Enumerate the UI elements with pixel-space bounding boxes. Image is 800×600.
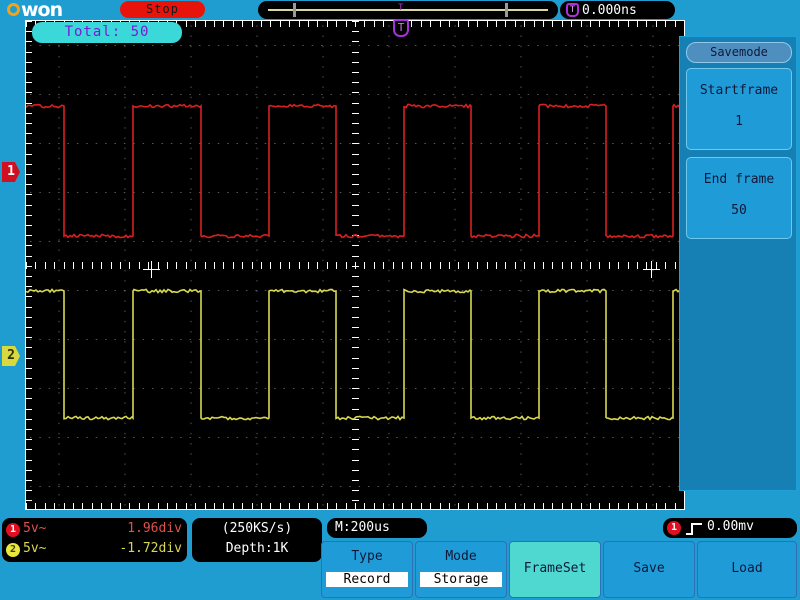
position-trigger-marker-icon: T	[398, 3, 404, 13]
channel1-badge-icon: 1	[6, 523, 20, 537]
trigger-time-value: 0.000ns	[582, 3, 637, 18]
menu-item-mode[interactable]: Mode Storage	[415, 541, 507, 598]
channel2-div: -1.72div	[119, 541, 182, 556]
channel2-status-row[interactable]: 2 5v~ -1.72div	[6, 540, 186, 560]
channel1-status-row[interactable]: 1 5v~ 1.96div	[6, 520, 186, 540]
sample-info-box: (250KS/s) Depth:1K	[192, 518, 322, 562]
oscilloscope-screen: won Stop T T 0.000ns Total: 50 T 1 2 Sav…	[0, 0, 800, 600]
position-bracket-right[interactable]	[505, 3, 508, 17]
menu-item-value: Record	[326, 572, 408, 587]
timebase-readout: M:200us	[327, 518, 427, 538]
start-frame-label: Startframe	[699, 83, 779, 98]
trigger-level-readout: 1 0.00mv	[663, 518, 797, 538]
menu-item-label: Load	[731, 561, 763, 576]
trace-ch1	[26, 103, 686, 239]
top-status-bar: won Stop T T 0.000ns	[0, 0, 800, 21]
menu-item-value: Storage	[420, 572, 502, 587]
save-mode-panel: Savemode Startframe 1 End frame 50	[679, 36, 797, 491]
waveform-display[interactable]	[25, 20, 686, 510]
end-frame-value: 50	[731, 203, 747, 218]
trigger-level-value: 0.00mv	[707, 519, 754, 534]
brand-text: won	[21, 0, 63, 21]
menu-item-label: Mode	[445, 549, 477, 564]
horizontal-position-bar[interactable]: T	[258, 1, 558, 19]
menu-item-label: Type	[351, 549, 383, 564]
owon-logo: won	[4, 0, 104, 21]
channel1-div: 1.96div	[127, 521, 182, 536]
save-mode-title: Savemode	[686, 42, 792, 63]
rising-edge-icon	[686, 523, 702, 535]
start-frame-item[interactable]: Startframe 1	[686, 68, 792, 150]
trigger-position-marker-icon[interactable]: T	[393, 19, 409, 37]
bottom-menu-bar: Type Record Mode Storage FrameSet Save Load	[320, 541, 800, 600]
cursor-cross-right-icon	[643, 261, 660, 278]
run-state-badge[interactable]: Stop	[120, 1, 205, 18]
channel2-marker[interactable]: 2	[2, 346, 20, 366]
waveform-traces	[26, 103, 686, 421]
menu-item-type[interactable]: Type Record	[321, 541, 413, 598]
channel-info-box: 1 5v~ 1.96div 2 5v~ -1.72div	[2, 518, 187, 562]
trigger-source-badge-icon: 1	[667, 521, 681, 535]
channel2-badge-icon: 2	[6, 543, 20, 557]
menu-item-label: FrameSet	[523, 561, 587, 576]
trigger-T-icon: T	[566, 3, 579, 17]
end-frame-item[interactable]: End frame 50	[686, 157, 792, 239]
start-frame-value: 1	[735, 114, 743, 129]
trigger-time-readout: T 0.000ns	[560, 1, 675, 19]
owon-logo-ring-icon	[7, 3, 20, 16]
end-frame-label: End frame	[703, 172, 775, 187]
position-bracket-left[interactable]	[293, 3, 296, 17]
menu-item-label: Save	[633, 561, 665, 576]
record-depth: Depth:1K	[225, 541, 289, 556]
channel1-marker[interactable]: 1	[2, 162, 20, 182]
menu-item-frameset[interactable]: FrameSet	[509, 541, 601, 598]
trace-ch2	[26, 288, 686, 421]
menu-item-save[interactable]: Save	[603, 541, 695, 598]
channel2-scale: 5v~	[23, 541, 47, 556]
menu-item-load[interactable]: Load	[697, 541, 797, 598]
sample-rate: (250KS/s)	[221, 521, 293, 536]
total-frames-badge: Total: 50	[32, 22, 182, 43]
cursor-cross-left-icon	[143, 261, 160, 278]
channel1-scale: 5v~	[23, 521, 47, 536]
